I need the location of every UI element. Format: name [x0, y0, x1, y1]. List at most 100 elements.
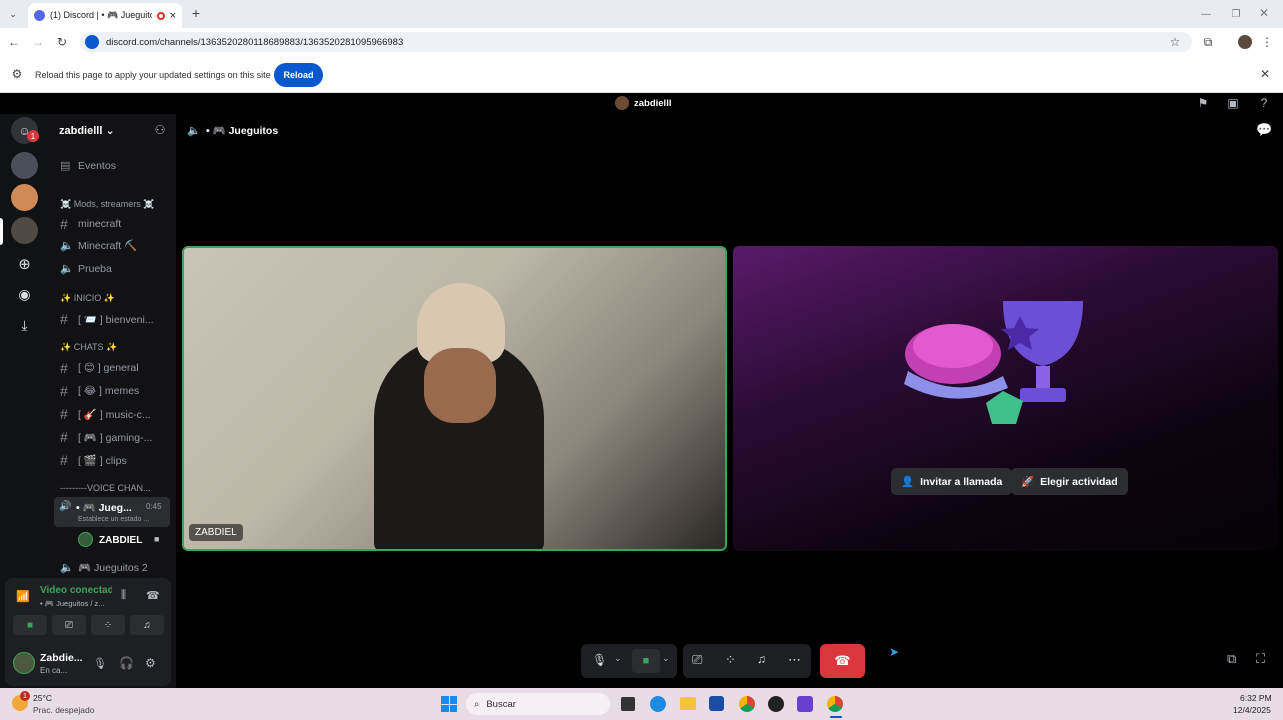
server-name[interactable]: zabdielll ⌄ — [59, 124, 115, 137]
channel-bienvenida[interactable]: #[ 📨 ] bienveni... — [60, 311, 154, 327]
channel-music[interactable]: #[ 🎸 ] music-c... — [60, 406, 151, 422]
leave-call-button[interactable]: ☎ — [820, 644, 865, 678]
close-tab-icon[interactable]: × — [170, 10, 176, 22]
chrome-icon[interactable] — [739, 696, 755, 712]
connection-signal-icon[interactable]: 📶 — [16, 590, 30, 603]
share-screen-icon[interactable]: ⎚ — [692, 652, 702, 668]
profile-avatar[interactable] — [1238, 35, 1252, 49]
download-icon[interactable]: ⤓ — [11, 312, 38, 339]
category-voice[interactable]: ---------VOICE CHAN... — [60, 483, 150, 493]
soundboard-icon[interactable]: ♫ — [130, 615, 164, 635]
discover-icon[interactable]: ◉ — [11, 281, 38, 308]
help-icon[interactable]: ? — [1257, 96, 1271, 110]
extensions-icon[interactable]: ⧉ — [1200, 34, 1216, 50]
voice-speaker-icon: 🔈 — [187, 125, 201, 137]
member-avatar[interactable] — [78, 532, 93, 547]
reload-button[interactable]: Reload — [274, 63, 323, 87]
browser-tab-bar: ⌄ (1) Discord | • 🎮 Jueguitos × + — ❐ ✕ — [0, 0, 1283, 28]
browser-tab[interactable]: (1) Discord | • 🎮 Jueguitos × — [28, 3, 182, 28]
forward-arrow-icon[interactable]: → — [30, 34, 46, 50]
active-voice-channel[interactable]: 🔊 • 🎮 Jueg... 0:45 Establece un estado .… — [54, 497, 170, 527]
bookmark-star-icon[interactable]: ☆ — [1167, 34, 1183, 50]
user-name[interactable]: Zabdie... — [40, 652, 83, 664]
user-settings-gear-icon[interactable]: ⚙ — [145, 656, 156, 670]
clock-time[interactable]: 6:32 PM — [1240, 693, 1272, 703]
activities-icon[interactable]: ⁘ — [91, 615, 125, 635]
channel-minecraft[interactable]: # minecraft — [60, 216, 121, 232]
voice-jueguitos-2[interactable]: 🔈 🎮 Jueguitos 2 — [60, 561, 148, 574]
close-window-icon[interactable]: ✕ — [1256, 5, 1272, 21]
speaker-active-icon: 🔊 — [59, 501, 72, 512]
menu-dots-icon[interactable]: ⋮ — [1260, 34, 1274, 50]
user-avatar[interactable] — [13, 652, 35, 674]
taskbar-search-field[interactable]: ⌕ Buscar — [466, 693, 610, 715]
invite-people-icon[interactable]: ⚇ — [153, 123, 167, 137]
windows-start-icon[interactable] — [441, 696, 457, 712]
activity-tile: 👤 Invitar a llamada 🚀 Elegir actividad — [733, 246, 1278, 551]
soundboard-controls-icon[interactable]: ♫ — [757, 652, 766, 666]
hashtag-icon: # — [60, 406, 68, 422]
mic-options-chevron-icon[interactable]: ⌄ — [614, 653, 622, 664]
camera-icon[interactable]: ■ — [632, 649, 660, 673]
active-app-indicator — [830, 716, 842, 718]
choose-activity-button[interactable]: 🚀 Elegir actividad — [1011, 468, 1128, 495]
invite-to-call-button[interactable]: 👤 Invitar a llamada — [891, 468, 1013, 495]
active-server-pill — [0, 218, 3, 245]
more-options-icon[interactable]: ⋯ — [788, 652, 801, 668]
noise-suppression-icon[interactable]: ⫼ — [121, 589, 126, 602]
channel-memes[interactable]: #[ 😂 ] memes — [60, 383, 139, 399]
activity-grid-icon[interactable]: ⁘ — [725, 652, 736, 668]
url-text: discord.com/channels/1363520280118689883… — [106, 36, 404, 48]
category-chats[interactable]: ✨ CHATS ✨ — [60, 342, 117, 353]
category-inicio[interactable]: ✨ INICIO ✨ — [60, 293, 115, 304]
calendar-icon: ▤ — [60, 160, 71, 172]
server-icon-2[interactable] — [11, 184, 38, 211]
category-mods[interactable]: ☠️ Mods, streamers ☠️ — [60, 199, 154, 210]
fullscreen-icon[interactable]: ⛶ — [1256, 651, 1265, 667]
voice-minecraft[interactable]: 🔈 Minecraft ⛏️ — [60, 239, 137, 252]
edge-browser-icon[interactable] — [650, 696, 666, 712]
chrome-active-icon[interactable] — [827, 696, 843, 712]
add-server-icon[interactable]: ⊕ — [11, 250, 38, 277]
camera-options-chevron-icon[interactable]: ⌄ — [662, 653, 670, 664]
connection-channel[interactable]: • 🎮 Jueguitos / z... — [40, 599, 105, 608]
server-icon-3[interactable] — [11, 217, 38, 244]
headphones-icon[interactable]: 🎧 — [119, 656, 134, 670]
voice-prueba[interactable]: 🔈 Prueba — [60, 262, 112, 276]
server-icon-1[interactable] — [11, 152, 38, 179]
minimize-icon[interactable]: — — [1198, 6, 1214, 22]
task-view-icon[interactable] — [621, 697, 635, 711]
camera-toggle-icon[interactable]: ■ — [13, 615, 47, 635]
events-item[interactable]: ▤ Eventos — [60, 159, 116, 173]
new-tab-icon[interactable]: + — [188, 5, 204, 21]
channel-general[interactable]: #[ 😊 ] general — [60, 360, 139, 376]
channel-clips[interactable]: #[ 🎬 ] clips — [60, 452, 127, 468]
app-icon-2[interactable] — [797, 696, 813, 712]
close-infobar-icon[interactable]: ✕ — [1258, 67, 1272, 81]
voice-member-name[interactable]: ZABDIEL — [99, 535, 142, 546]
url-field[interactable]: discord.com/channels/1363520280118689883… — [80, 32, 1192, 52]
mute-microphone-icon[interactable]: 🎙 — [592, 653, 607, 667]
notification-badge: 1 — [27, 130, 39, 142]
weather-temp: 25°C — [33, 693, 52, 703]
file-explorer-icon[interactable] — [680, 697, 696, 710]
microphone-icon[interactable]: 🎙 — [93, 657, 107, 670]
maximize-icon[interactable]: ❐ — [1228, 6, 1244, 22]
flag-icon[interactable]: ⚑ — [1196, 96, 1210, 110]
video-tile[interactable]: ZABDIEL — [182, 246, 727, 551]
microsoft-store-icon[interactable] — [709, 696, 724, 711]
voice-status[interactable]: Establece un estado ... — [78, 516, 149, 523]
inbox-icon[interactable]: ▣ — [1226, 96, 1240, 110]
app-icon[interactable] — [768, 696, 784, 712]
disconnect-icon[interactable]: ☎ — [146, 589, 160, 602]
clock-date[interactable]: 12/4/2025 — [1233, 705, 1271, 715]
tab-list-chevron-icon[interactable]: ⌄ — [4, 6, 22, 22]
refresh-icon[interactable]: ↻ — [54, 34, 70, 50]
channel-gaming[interactable]: #[ 🎮 ] gaming-... — [60, 429, 152, 445]
chat-bubble-icon[interactable]: 💬 — [1256, 122, 1272, 138]
screen-share-icon[interactable]: ⎚ — [52, 615, 86, 635]
site-info-icon[interactable] — [85, 35, 99, 49]
face-shape — [424, 348, 496, 423]
pop-out-icon[interactable]: ⧉ — [1227, 651, 1236, 667]
back-arrow-icon[interactable]: ← — [6, 34, 22, 50]
